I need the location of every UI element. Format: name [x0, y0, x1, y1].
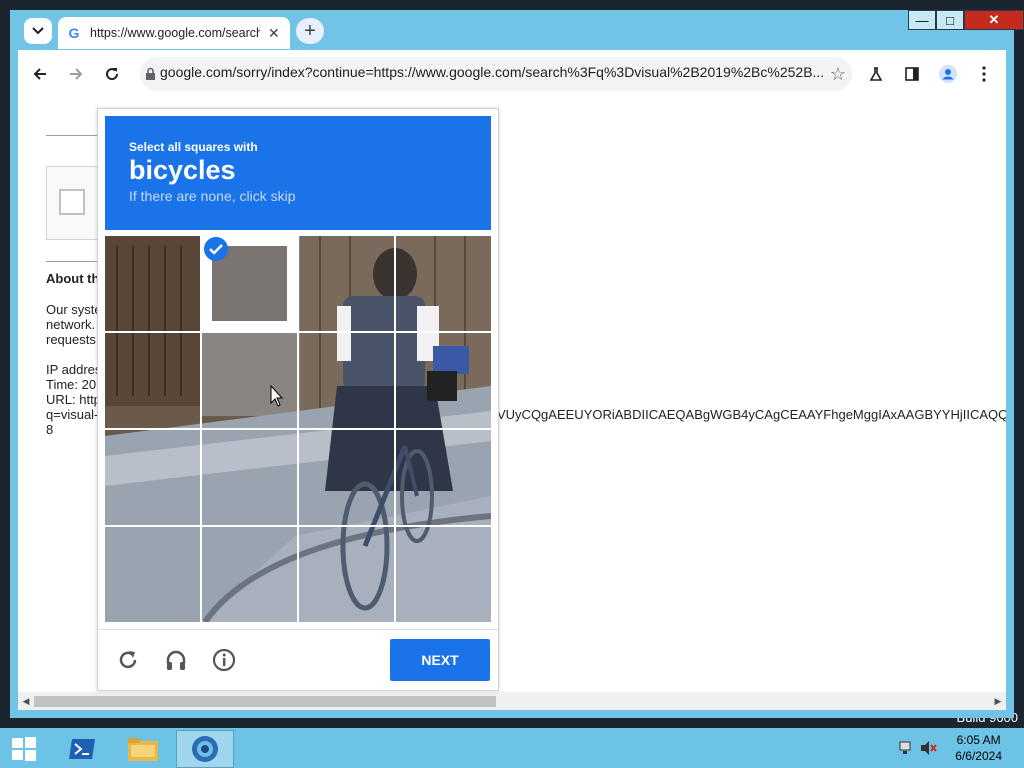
- folder-icon: [128, 738, 158, 761]
- paragraph-line: Our syste: [46, 302, 102, 317]
- browser-globe-icon: [192, 736, 218, 762]
- info-button[interactable]: [210, 646, 238, 674]
- reload-icon: [106, 68, 119, 81]
- taskbar-powershell[interactable]: [58, 730, 106, 768]
- lock-icon[interactable]: [143, 64, 157, 84]
- chevron-down-icon: [32, 27, 44, 35]
- challenge-instruction: Select all squares with: [129, 140, 258, 154]
- start-button[interactable]: [0, 730, 48, 768]
- taskbar-file-explorer[interactable]: [118, 730, 168, 768]
- num-line: 8: [46, 422, 54, 437]
- back-button[interactable]: [26, 60, 54, 88]
- powershell-icon: [69, 739, 95, 759]
- grid-cell[interactable]: [202, 430, 297, 525]
- volume-muted-icon[interactable]: [920, 740, 938, 756]
- grid-cell[interactable]: [396, 236, 491, 331]
- info-icon: [212, 648, 236, 672]
- audio-challenge-button[interactable]: [162, 646, 190, 674]
- menu-kebab-icon[interactable]: [970, 60, 998, 88]
- maximize-button[interactable]: □: [936, 10, 964, 30]
- grid-cell[interactable]: [299, 527, 394, 622]
- grid-cell[interactable]: [299, 236, 394, 331]
- footer-divider: [98, 629, 498, 630]
- close-icon: ✕: [988, 12, 1000, 27]
- grid-cell[interactable]: [105, 333, 200, 428]
- tab-title: https://www.google.com/search: [90, 26, 260, 40]
- mouse-cursor-icon: [270, 384, 284, 407]
- clock-time: 6:05 AM: [956, 733, 1001, 747]
- url-tail-text: VUyCQgAEEUYORiABDIICAEQABgWGB4yCAgCEAAYF…: [497, 407, 1006, 422]
- time-label: Time: 20: [46, 377, 97, 392]
- paragraph-line: network.: [46, 317, 96, 332]
- scroll-right-icon[interactable]: ▶: [992, 695, 1004, 707]
- side-panel-icon[interactable]: [898, 60, 926, 88]
- windows-logo-icon: [12, 737, 36, 761]
- grid-cell[interactable]: [396, 527, 491, 622]
- back-arrow-icon: [33, 68, 46, 80]
- new-tab-button[interactable]: +: [296, 18, 324, 44]
- recaptcha-checkbox[interactable]: [59, 189, 85, 215]
- profile-avatar-icon[interactable]: [934, 60, 962, 88]
- system-clock[interactable]: 6:05 AM 6/6/2024: [955, 732, 1002, 764]
- minimize-button[interactable]: —: [908, 10, 936, 30]
- google-favicon-icon: G: [68, 25, 80, 41]
- divider: [46, 261, 98, 262]
- grid-cell[interactable]: [396, 333, 491, 428]
- grid-cell[interactable]: [299, 333, 394, 428]
- tab-search-button[interactable]: [24, 18, 52, 44]
- challenge-object: bicycles: [129, 155, 236, 185]
- reload-button[interactable]: [98, 60, 126, 88]
- paragraph-line: requests: [46, 332, 96, 347]
- forward-arrow-icon: [70, 68, 83, 80]
- scrollbar-thumb[interactable]: [34, 696, 496, 707]
- tab-close-icon[interactable]: ✕: [268, 25, 280, 42]
- challenge-skip-hint: If there are none, click skip: [129, 188, 296, 204]
- divider: [46, 135, 98, 136]
- grid-cell[interactable]: [105, 430, 200, 525]
- ip-label: IP addres: [46, 362, 102, 377]
- forward-button[interactable]: [62, 60, 90, 88]
- grid-cell[interactable]: [299, 430, 394, 525]
- headphones-icon: [166, 650, 186, 670]
- tab-google-search[interactable]: G https://www.google.com/search ✕: [58, 17, 290, 49]
- url-query: q=visual-: [46, 407, 99, 422]
- grid-cell[interactable]: [105, 236, 200, 331]
- url-label: URL: http: [46, 392, 101, 407]
- taskbar-browser-active[interactable]: [176, 730, 234, 768]
- network-icon[interactable]: [898, 740, 914, 756]
- clock-date: 6/6/2024: [955, 749, 1002, 763]
- scroll-left-icon[interactable]: ◀: [20, 695, 32, 707]
- bookmark-star-icon[interactable]: ☆: [824, 60, 852, 88]
- challenge-image-grid: [105, 236, 491, 622]
- minimize-icon: —: [915, 12, 929, 28]
- grid-cell[interactable]: [202, 527, 297, 622]
- url-text[interactable]: google.com/sorry/index?continue=https://…: [160, 64, 824, 84]
- selected-checkmark-icon: [204, 237, 228, 261]
- refresh-challenge-button[interactable]: [114, 646, 142, 674]
- grid-cell[interactable]: [202, 333, 297, 428]
- next-button[interactable]: NEXT: [390, 639, 490, 681]
- grid-cell[interactable]: [396, 430, 491, 525]
- grid-cell[interactable]: [105, 527, 200, 622]
- about-heading: About th: [46, 271, 100, 286]
- refresh-icon: [119, 651, 137, 669]
- close-button[interactable]: ✕: [964, 10, 1024, 30]
- maximize-icon: □: [946, 12, 954, 28]
- labs-flask-icon[interactable]: [862, 60, 890, 88]
